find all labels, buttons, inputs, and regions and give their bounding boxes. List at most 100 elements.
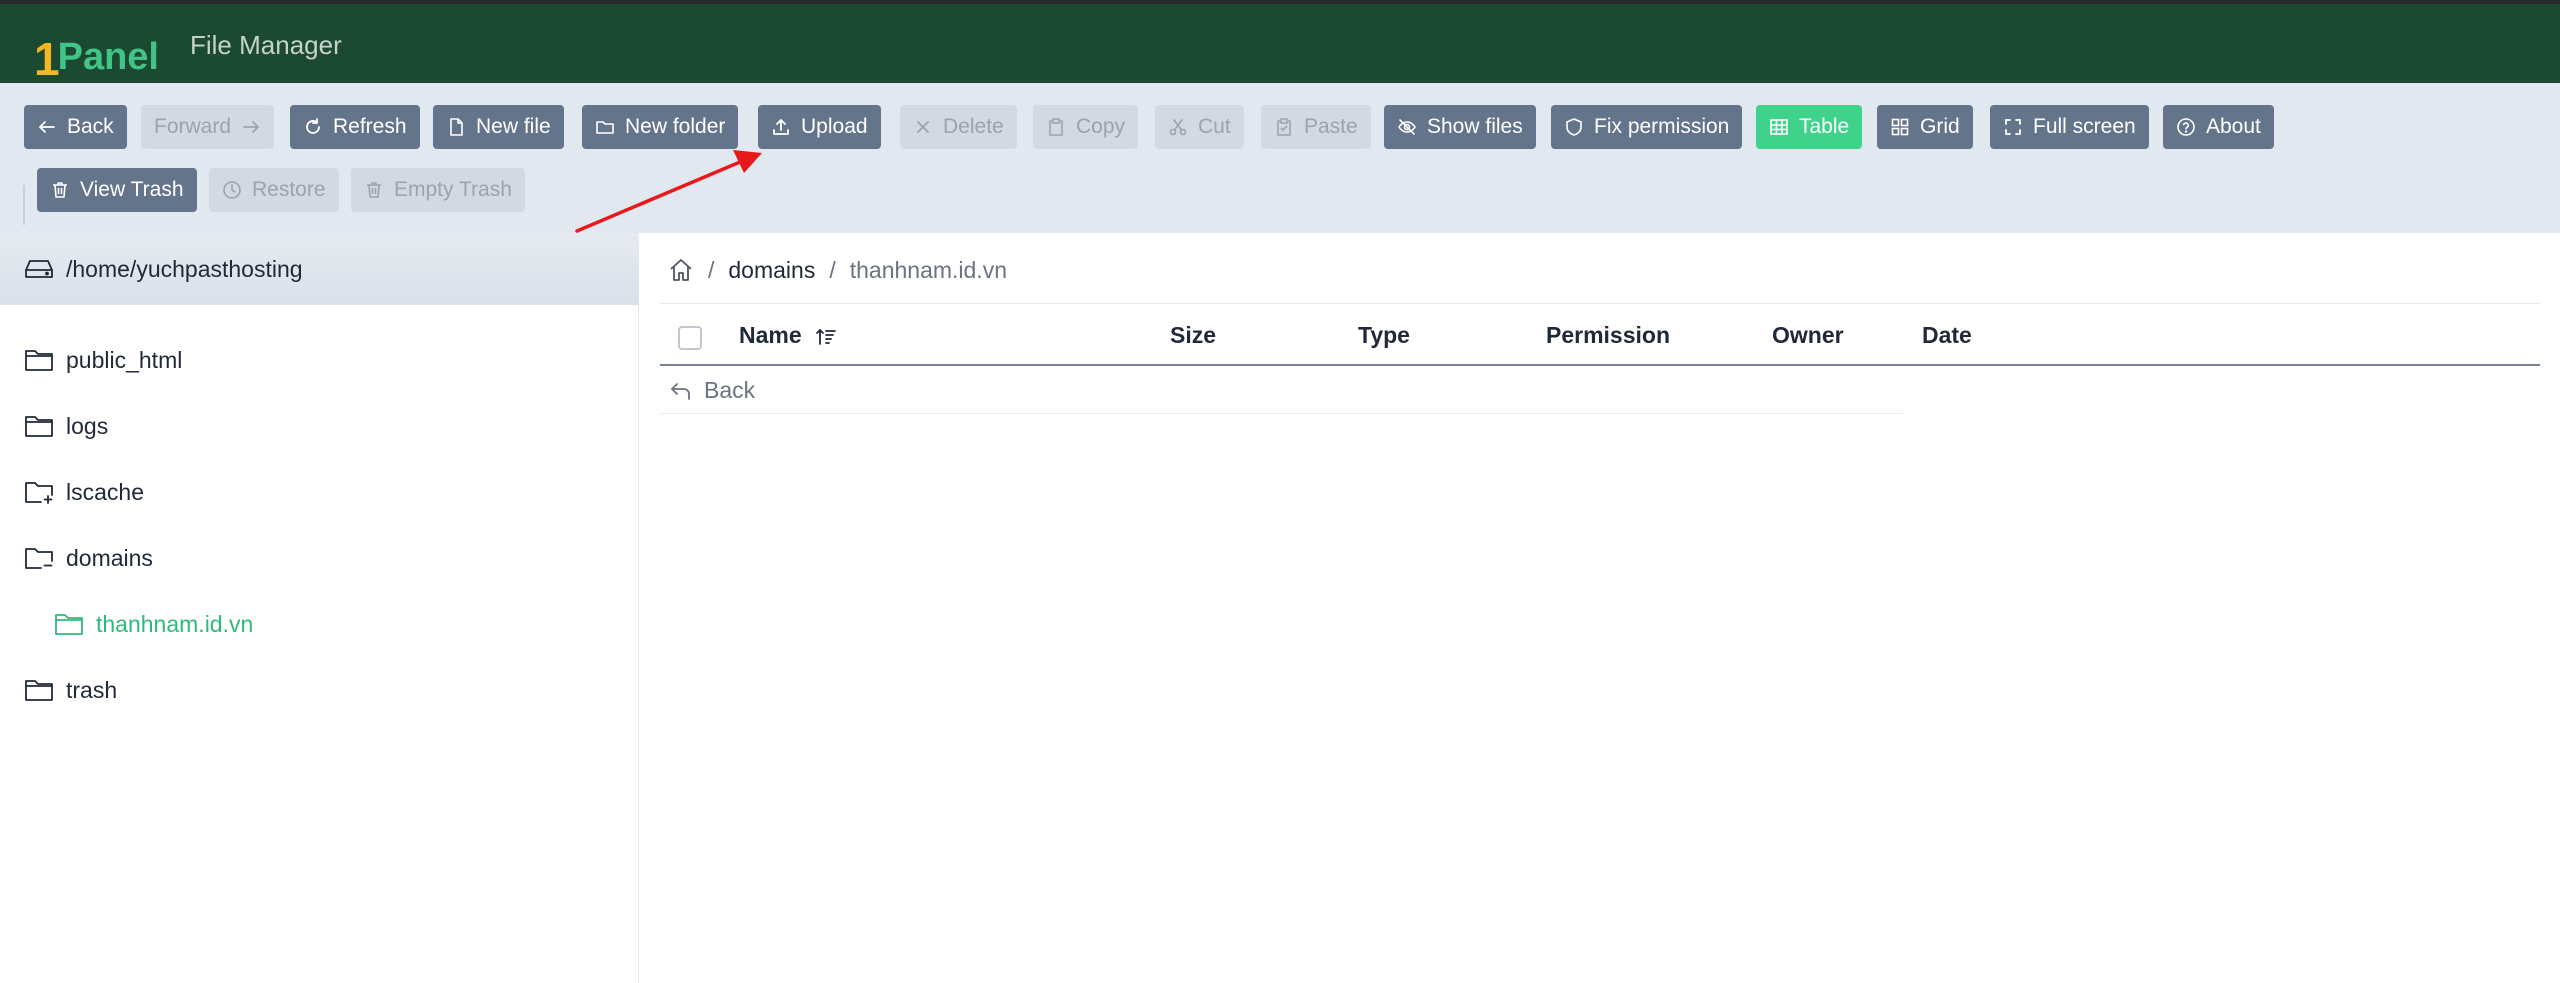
- upload-icon: [771, 117, 791, 137]
- copy-button-label: Copy: [1076, 115, 1126, 138]
- sort-ascending-icon[interactable]: [814, 325, 838, 349]
- grid-view-button[interactable]: Grid: [1877, 105, 1973, 149]
- file-icon: [446, 117, 466, 137]
- folder-icon: [24, 677, 54, 703]
- back-row[interactable]: Back: [660, 368, 1903, 414]
- new-file-button-label: New file: [476, 115, 551, 138]
- clipboard-icon: [1046, 117, 1066, 137]
- tree-item-label: public_html: [66, 346, 183, 373]
- tree-item-domains[interactable]: domains: [24, 538, 153, 578]
- table-icon: [1769, 117, 1789, 137]
- tree-root-label: /home/yuchpasthosting: [66, 255, 303, 282]
- arrow-left-icon: [37, 117, 57, 137]
- tree-item-thanhnam-id-vn[interactable]: thanhnam.id.vn: [54, 604, 253, 644]
- breadcrumb-item-current: thanhnam.id.vn: [849, 256, 1007, 283]
- clock-icon: [222, 180, 242, 200]
- breadcrumb-separator: /: [829, 256, 836, 283]
- back-button[interactable]: Back: [24, 105, 127, 149]
- column-header-type[interactable]: Type: [1358, 322, 1410, 349]
- app-header: 1 Panel File Manager: [0, 4, 2560, 83]
- paste-button-label: Paste: [1304, 115, 1358, 138]
- grid-icon: [1890, 117, 1910, 137]
- tree-item-label: trash: [66, 676, 118, 703]
- app-logo[interactable]: 1 Panel: [34, 16, 159, 82]
- column-header-owner[interactable]: Owner: [1772, 322, 1844, 349]
- folder-icon: [24, 347, 54, 373]
- help-circle-icon: [2176, 117, 2196, 137]
- upload-button-label: Upload: [801, 115, 868, 138]
- hard-drive-icon: [24, 257, 54, 281]
- tree-item-trash[interactable]: trash: [24, 670, 117, 710]
- breadcrumb-separator: /: [708, 256, 715, 283]
- select-all-checkbox[interactable]: [678, 326, 702, 350]
- refresh-button[interactable]: Refresh: [290, 105, 420, 149]
- upload-button[interactable]: Upload: [758, 105, 881, 149]
- cut-button[interactable]: Cut: [1155, 105, 1244, 149]
- scissors-icon: [1168, 117, 1188, 137]
- restore-button-label: Restore: [252, 178, 326, 201]
- new-file-button[interactable]: New file: [433, 105, 564, 149]
- column-header-date[interactable]: Date: [1922, 322, 1972, 349]
- forward-button[interactable]: Forward: [141, 105, 275, 149]
- column-header-size[interactable]: Size: [1170, 322, 1216, 349]
- restore-button[interactable]: Restore: [209, 168, 339, 212]
- home-icon[interactable]: [668, 257, 694, 283]
- logo-panel: Panel: [57, 36, 159, 78]
- delete-button[interactable]: Delete: [900, 105, 1017, 149]
- paste-button[interactable]: Paste: [1261, 105, 1371, 149]
- table-view-button-label: Table: [1799, 115, 1850, 138]
- tree-item-label: domains: [66, 544, 153, 571]
- folder-plus-icon: [24, 479, 54, 505]
- folder-icon: [24, 413, 54, 439]
- copy-button[interactable]: Copy: [1033, 105, 1139, 149]
- delete-button-label: Delete: [943, 115, 1004, 138]
- back-row-label: Back: [704, 377, 756, 403]
- trash-icon: [50, 180, 70, 200]
- table-header: Name Size Type Permission Owner Date: [660, 310, 2540, 366]
- show-files-button[interactable]: Show files: [1384, 105, 1536, 149]
- shield-icon: [1564, 117, 1584, 137]
- refresh-icon: [303, 117, 323, 137]
- refresh-button-label: Refresh: [333, 115, 407, 138]
- folder-minus-icon: [24, 545, 54, 571]
- new-folder-button-label: New folder: [625, 115, 726, 138]
- tree-item-label: logs: [66, 412, 109, 439]
- back-button-label: Back: [67, 115, 114, 138]
- arrow-right-icon: [241, 117, 261, 137]
- fix-permission-button-label: Fix permission: [1594, 115, 1730, 138]
- tree-item-lscache[interactable]: lscache: [24, 472, 144, 512]
- folder-open-icon: [54, 611, 84, 637]
- tree-item-label: lscache: [66, 478, 144, 505]
- folder-icon: [595, 117, 615, 137]
- view-trash-button[interactable]: View Trash: [37, 168, 197, 212]
- logo-one: 1: [34, 33, 60, 85]
- view-trash-button-label: View Trash: [80, 178, 184, 201]
- x-icon: [913, 117, 933, 137]
- corner-up-left-icon: [668, 378, 694, 404]
- breadcrumb-item-domains[interactable]: domains: [728, 257, 815, 284]
- forward-button-label: Forward: [154, 115, 232, 138]
- breadcrumb-divider: [660, 303, 2540, 304]
- fix-permission-button[interactable]: Fix permission: [1551, 105, 1743, 149]
- column-header-name[interactable]: Name: [739, 322, 838, 349]
- grid-view-button-label: Grid: [1920, 115, 1960, 138]
- folder-tree: /home/yuchpasthosting public_html logs l…: [0, 233, 639, 983]
- empty-trash-button-label: Empty Trash: [394, 178, 512, 201]
- eye-off-icon: [1397, 117, 1417, 137]
- tree-item-public-html[interactable]: public_html: [24, 340, 182, 380]
- column-header-label: Name: [739, 322, 802, 348]
- toolbar-separator: [23, 185, 25, 225]
- expand-icon: [2003, 117, 2023, 137]
- tree-item-logs[interactable]: logs: [24, 406, 108, 446]
- new-folder-button[interactable]: New folder: [582, 105, 739, 149]
- table-view-button[interactable]: Table: [1756, 105, 1863, 149]
- full-screen-button[interactable]: Full screen: [1990, 105, 2149, 149]
- show-files-button-label: Show files: [1427, 115, 1523, 138]
- column-header-permission[interactable]: Permission: [1546, 322, 1670, 349]
- empty-trash-button[interactable]: Empty Trash: [351, 168, 525, 212]
- app-title: File Manager: [190, 30, 342, 60]
- about-button[interactable]: About: [2163, 105, 2274, 149]
- tree-root[interactable]: /home/yuchpasthosting: [0, 233, 639, 305]
- tree-item-label: thanhnam.id.vn: [96, 610, 254, 637]
- paste-icon: [1274, 117, 1294, 137]
